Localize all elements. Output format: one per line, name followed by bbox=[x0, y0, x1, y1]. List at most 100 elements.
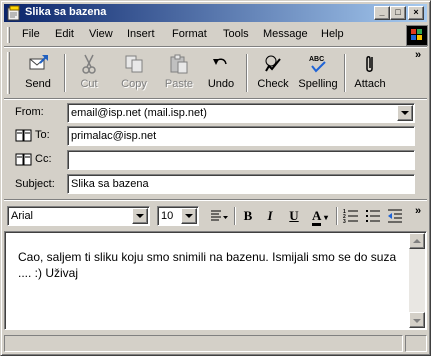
cut-icon bbox=[82, 54, 96, 74]
spelling-label: Spelling bbox=[298, 78, 338, 90]
menu-help[interactable]: Help bbox=[321, 28, 344, 40]
size-grip[interactable] bbox=[405, 335, 427, 352]
font-dropdown-arrow[interactable] bbox=[132, 208, 148, 224]
decrease-indent-button[interactable] bbox=[386, 208, 404, 226]
numbered-list-icon: 1 2 3 bbox=[343, 209, 358, 225]
scroll-down-button[interactable] bbox=[409, 312, 425, 328]
body-scrollbar[interactable] bbox=[409, 233, 425, 328]
to-field[interactable]: primalac@isp.net bbox=[67, 126, 415, 146]
attach-button[interactable]: Attach bbox=[349, 50, 391, 96]
font-select[interactable]: Arial bbox=[7, 206, 150, 226]
svg-text:ABC: ABC bbox=[309, 56, 324, 63]
close-button[interactable]: × bbox=[408, 6, 424, 20]
menu-edit[interactable]: Edit bbox=[55, 28, 74, 40]
from-value: email@isp.net (mail.isp.net) bbox=[71, 107, 207, 119]
address-book-icon[interactable] bbox=[15, 153, 33, 166]
status-bar bbox=[4, 334, 427, 353]
font-size-value: 10 bbox=[161, 210, 174, 222]
maximize-button[interactable]: □ bbox=[390, 6, 406, 20]
windows-logo-icon bbox=[406, 25, 428, 46]
from-label: From: bbox=[15, 106, 44, 118]
spelling-icon: ABC bbox=[309, 56, 326, 73]
format-separator bbox=[234, 207, 236, 225]
copy-button[interactable]: Copy bbox=[112, 50, 156, 96]
bold-button[interactable]: B bbox=[241, 208, 255, 226]
from-select[interactable]: email@isp.net (mail.isp.net) bbox=[67, 103, 415, 123]
menu-file[interactable]: File bbox=[22, 28, 40, 40]
paste-button[interactable]: Paste bbox=[157, 50, 201, 96]
toolbar-separator-bottom bbox=[4, 98, 427, 100]
window-title: Slika sa bazena bbox=[25, 6, 107, 18]
check-button[interactable]: Check bbox=[252, 50, 294, 96]
address-book-icon[interactable] bbox=[15, 129, 33, 142]
attach-icon bbox=[366, 56, 373, 72]
paste-label: Paste bbox=[164, 78, 194, 90]
title-bar[interactable]: Slika sa bazena _ □ × bbox=[4, 4, 427, 22]
menu-format[interactable]: Format bbox=[172, 28, 207, 40]
attach-label: Attach bbox=[354, 78, 386, 90]
paragraph-style-icon bbox=[211, 210, 228, 221]
toolbar-separator bbox=[246, 54, 248, 92]
font-color-arrow-icon: ▾ bbox=[323, 213, 328, 222]
menu-message[interactable]: Message bbox=[263, 28, 308, 40]
font-value: Arial bbox=[11, 210, 34, 222]
undo-button[interactable]: Undo bbox=[201, 50, 241, 96]
subject-field[interactable]: Slika sa bazena bbox=[67, 174, 415, 194]
menu-tools[interactable]: Tools bbox=[223, 28, 249, 40]
to-value: primalac@isp.net bbox=[71, 130, 157, 142]
message-body-text: Cao, saljem ti sliku koju smo snimili na… bbox=[18, 250, 400, 280]
cut-label: Cut bbox=[80, 78, 98, 90]
italic-button[interactable]: I bbox=[264, 208, 276, 226]
cut-button[interactable]: Cut bbox=[70, 50, 108, 96]
underline-button[interactable]: U bbox=[287, 208, 301, 226]
header-separator bbox=[4, 199, 427, 201]
minimize-button[interactable]: _ bbox=[374, 6, 390, 20]
font-color-letter: A bbox=[312, 208, 321, 226]
font-color-button[interactable]: A ▾ bbox=[308, 208, 332, 226]
menu-grip[interactable] bbox=[7, 27, 10, 43]
format-more-chevron[interactable]: » bbox=[415, 205, 421, 217]
toolbar: Send Cut Copy Paste Undo Check ABC Spell… bbox=[4, 48, 427, 98]
check-label: Check bbox=[257, 78, 289, 90]
toolbar-separator bbox=[64, 54, 66, 92]
undo-label: Undo bbox=[207, 78, 235, 90]
toolbar-grip[interactable] bbox=[7, 52, 10, 94]
send-icon bbox=[29, 55, 48, 70]
scroll-up-arrow-icon bbox=[413, 239, 421, 243]
to-label: To: bbox=[35, 129, 50, 141]
subject-value: Slika sa bazena bbox=[71, 178, 149, 190]
paragraph-style-button[interactable] bbox=[207, 208, 231, 226]
bulleted-list-icon bbox=[366, 210, 380, 222]
svg-text:3: 3 bbox=[343, 219, 346, 224]
cc-field[interactable] bbox=[67, 150, 415, 170]
message-body[interactable]: Cao, saljem ti sliku koju smo snimili na… bbox=[4, 231, 427, 330]
numbering-button[interactable]: 1 2 3 bbox=[342, 208, 360, 226]
subject-label: Subject: bbox=[15, 178, 55, 190]
check-icon bbox=[265, 55, 281, 72]
decrease-indent-icon bbox=[388, 209, 402, 223]
from-dropdown-arrow[interactable] bbox=[397, 105, 413, 121]
menu-bar: File Edit View Insert Format Tools Messa… bbox=[4, 24, 406, 46]
toolbar-more-chevron[interactable]: » bbox=[415, 49, 421, 61]
cc-label: Cc: bbox=[35, 153, 52, 165]
copy-icon bbox=[125, 55, 143, 73]
send-button[interactable]: Send bbox=[16, 50, 60, 96]
envelope-icon bbox=[7, 5, 20, 21]
send-label: Send bbox=[25, 78, 51, 90]
status-pane bbox=[4, 335, 403, 352]
scroll-up-button[interactable] bbox=[409, 233, 425, 249]
bullets-button[interactable] bbox=[364, 208, 382, 226]
spelling-button[interactable]: ABC Spelling bbox=[296, 50, 340, 96]
undo-icon bbox=[213, 58, 227, 65]
toolbar-separator bbox=[344, 54, 346, 92]
format-separator bbox=[336, 207, 338, 225]
compose-window: Slika sa bazena _ □ × File Edit View Ins… bbox=[0, 0, 431, 356]
paste-icon bbox=[170, 54, 188, 74]
menu-insert[interactable]: Insert bbox=[127, 28, 155, 40]
formatting-toolbar: Arial 10 B I U A ▾ 1 2 3 » bbox=[4, 202, 427, 228]
scroll-down-arrow-icon bbox=[413, 319, 421, 323]
font-size-select[interactable]: 10 bbox=[157, 206, 199, 226]
font-size-dropdown-arrow[interactable] bbox=[181, 208, 197, 224]
menu-view[interactable]: View bbox=[89, 28, 113, 40]
copy-label: Copy bbox=[121, 78, 147, 90]
